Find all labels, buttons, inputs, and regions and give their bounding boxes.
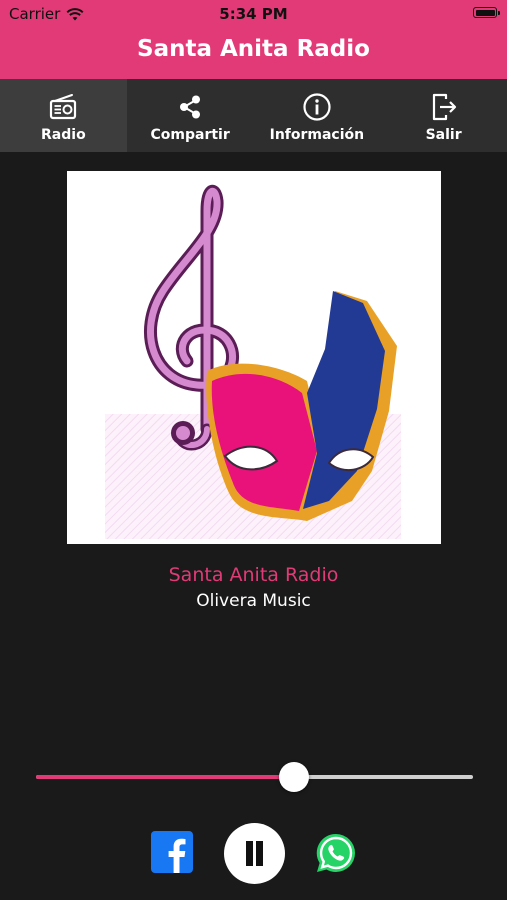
tab-share-label: Compartir xyxy=(150,127,230,143)
tab-exit-label: Salir xyxy=(425,127,462,143)
volume-slider[interactable] xyxy=(36,762,473,792)
clock: 5:34 PM xyxy=(219,5,288,23)
app-header: Carrier 5:34 PM Santa Anita Radio xyxy=(0,0,507,79)
treble-clef-mask-logo xyxy=(105,184,401,539)
info-icon xyxy=(303,93,331,121)
whatsapp-icon[interactable] xyxy=(314,831,358,875)
station-name: Santa Anita Radio xyxy=(168,564,339,586)
exit-icon xyxy=(432,93,456,121)
tab-radio-label: Radio xyxy=(41,127,86,143)
player-controls xyxy=(0,822,507,884)
tab-exit[interactable]: Salir xyxy=(380,79,507,152)
battery-icon xyxy=(473,7,500,18)
radio-icon xyxy=(50,94,77,120)
facebook-icon[interactable] xyxy=(151,831,193,873)
status-bar: Carrier 5:34 PM xyxy=(0,0,507,28)
tab-info[interactable]: Información xyxy=(254,79,381,152)
station-subtitle: Olivera Music xyxy=(196,591,311,611)
pause-icon xyxy=(256,841,263,866)
tab-radio[interactable]: Radio xyxy=(0,79,127,152)
tab-share[interactable]: Compartir xyxy=(127,79,254,152)
tab-bar: Radio Compartir Información Salir xyxy=(0,79,507,152)
share-icon xyxy=(180,95,201,119)
page-title: Santa Anita Radio xyxy=(137,36,370,62)
station-artwork xyxy=(67,171,441,544)
pause-button[interactable] xyxy=(224,823,285,884)
volume-fill xyxy=(36,775,294,779)
volume-thumb[interactable] xyxy=(278,762,309,792)
tab-info-label: Información xyxy=(269,127,365,143)
pause-icon xyxy=(246,841,253,866)
